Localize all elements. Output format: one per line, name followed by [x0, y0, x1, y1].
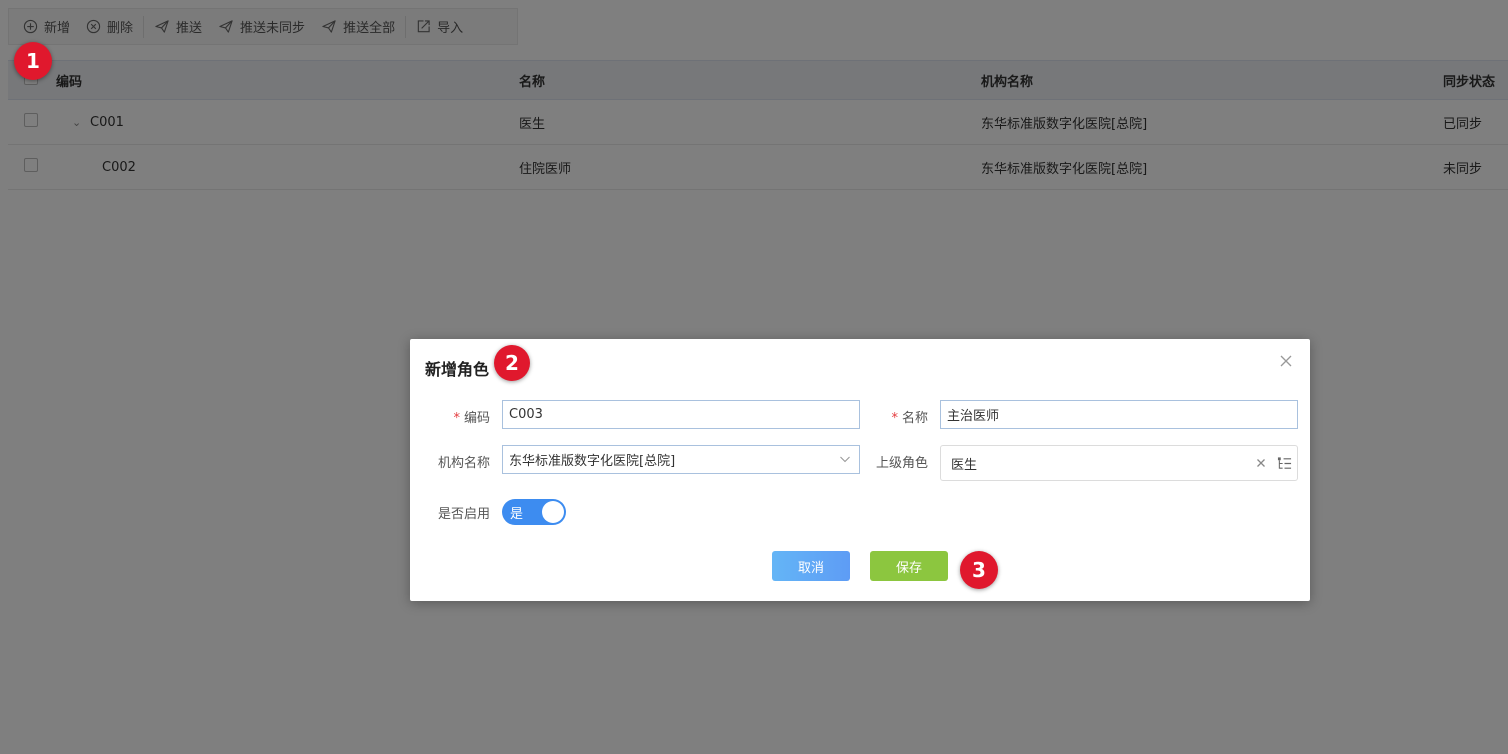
name-label: * 名称 — [891, 411, 928, 426]
code-input[interactable]: C003 — [502, 400, 860, 429]
enabled-label: 是否启用 — [437, 507, 490, 522]
tree-icon[interactable] — [1277, 456, 1292, 471]
parent-role-label: 上级角色 — [875, 456, 928, 471]
add-role-dialog: 新增角色 2 * 编码 C003 * 名称 主治医师 机构名称 东华标准版数字化医院… — [410, 339, 1310, 601]
clear-icon[interactable] — [1256, 458, 1266, 468]
close-icon[interactable] — [1278, 353, 1294, 369]
enabled-toggle-label: 是 — [510, 506, 524, 522]
cancel-button[interactable]: 取消 — [772, 551, 850, 581]
org-select[interactable]: 东华标准版数字化医院[总院] — [502, 445, 860, 474]
parent-role-tree-select[interactable]: 医生 — [940, 445, 1298, 481]
enabled-toggle[interactable]: 是 — [502, 499, 566, 525]
dialog-title: 新增角色 — [425, 360, 490, 379]
step-marker-3: 3 — [960, 551, 998, 589]
step-marker-2: 2 — [494, 345, 530, 381]
org-select-value: 东华标准版数字化医院[总院] — [509, 454, 676, 469]
parent-role-value: 医生 — [951, 457, 978, 473]
save-button[interactable]: 保存 — [870, 551, 948, 581]
name-input[interactable]: 主治医师 — [940, 400, 1298, 429]
code-label: * 编码 — [453, 411, 490, 426]
toggle-knob — [542, 501, 564, 523]
org-label: 机构名称 — [437, 456, 490, 471]
step-marker-1: 1 — [14, 42, 52, 80]
